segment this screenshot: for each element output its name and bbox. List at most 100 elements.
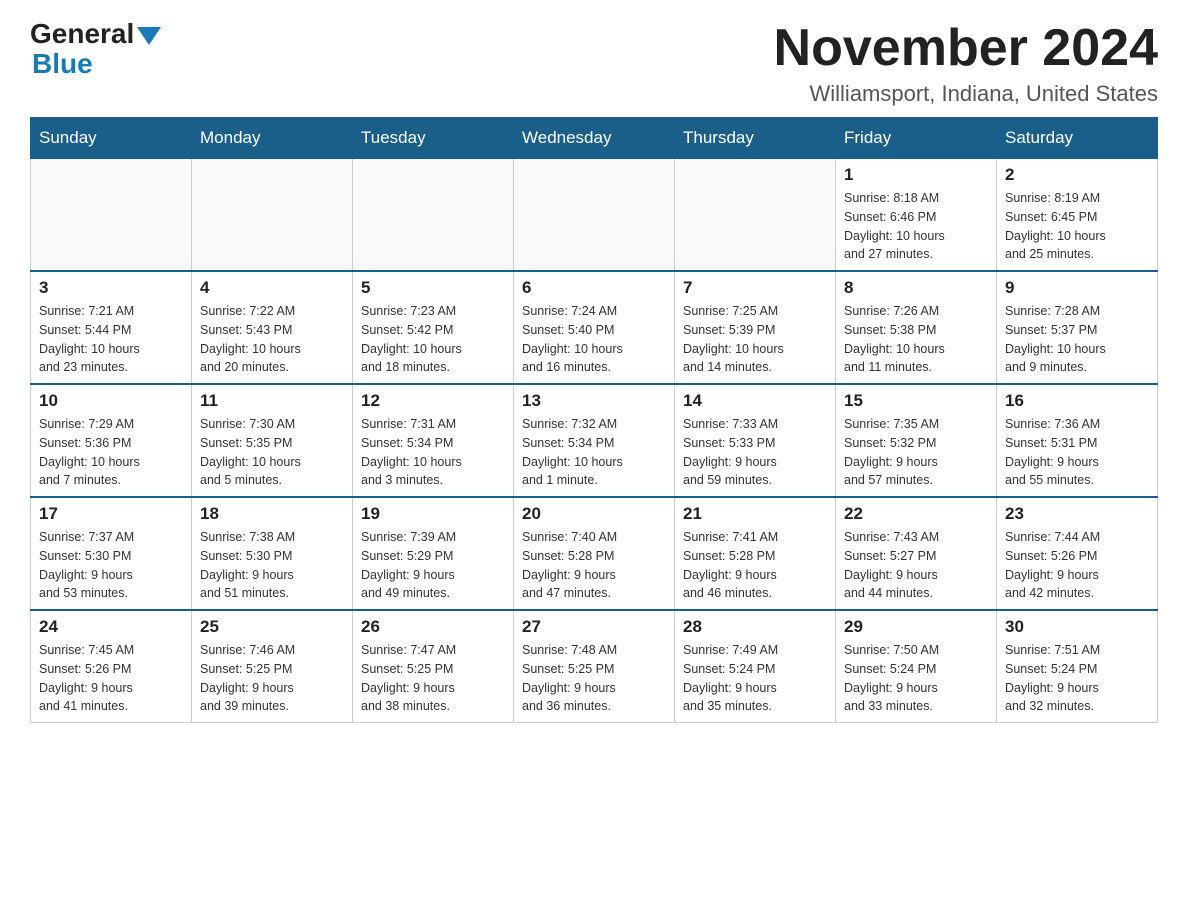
calendar-day-header: Tuesday [353, 118, 514, 159]
day-info: Sunrise: 7:23 AM Sunset: 5:42 PM Dayligh… [361, 302, 505, 377]
day-info: Sunrise: 7:32 AM Sunset: 5:34 PM Dayligh… [522, 415, 666, 490]
day-number: 19 [361, 504, 505, 524]
calendar-day-header: Friday [836, 118, 997, 159]
calendar-day-cell: 11Sunrise: 7:30 AM Sunset: 5:35 PM Dayli… [192, 384, 353, 497]
day-info: Sunrise: 7:28 AM Sunset: 5:37 PM Dayligh… [1005, 302, 1149, 377]
calendar-day-header: Monday [192, 118, 353, 159]
calendar-day-cell: 18 Sunrise: 7:38 AM Sunset: 5:30 PM Dayli… [192, 497, 353, 610]
calendar-day-cell: 30 Sunrise: 7:51 AM Sunset: 5:24 PM Dayli… [997, 610, 1158, 723]
day-info: Sunrise: 7:35 AM Sunset: 5:32 PM Dayligh… [844, 415, 988, 490]
day-info: Sunrise: 7:22 AM Sunset: 5:43 PM Dayligh… [200, 302, 344, 377]
calendar-day-cell [192, 159, 353, 272]
calendar-day-cell: 1 Sunrise: 8:18 AM Sunset: 6:46 PM Daylig… [836, 159, 997, 272]
day-info: Sunrise: 7:43 AM Sunset: 5:27 PM Dayligh… [844, 528, 988, 603]
day-number: 29 [844, 617, 988, 637]
day-number: 14 [683, 391, 827, 411]
month-title: November 2024 [774, 20, 1158, 77]
day-number: 3 [39, 278, 183, 298]
day-info: Sunrise: 8:18 AM Sunset: 6:46 PM Dayligh… [844, 189, 988, 264]
day-number: 30 [1005, 617, 1149, 637]
logo-general-text: General [30, 20, 134, 48]
calendar-day-cell: 20 Sunrise: 7:40 AM Sunset: 5:28 PM Dayli… [514, 497, 675, 610]
day-number: 28 [683, 617, 827, 637]
logo-blue-text: Blue [32, 48, 93, 80]
calendar-day-cell: 8Sunrise: 7:26 AM Sunset: 5:38 PM Daylig… [836, 271, 997, 384]
calendar-day-cell: 17 Sunrise: 7:37 AM Sunset: 5:30 PM Dayli… [31, 497, 192, 610]
day-number: 24 [39, 617, 183, 637]
day-info: Sunrise: 7:39 AM Sunset: 5:29 PM Dayligh… [361, 528, 505, 603]
title-section: November 2024 Williamsport, Indiana, Uni… [774, 20, 1158, 107]
day-info: Sunrise: 7:26 AM Sunset: 5:38 PM Dayligh… [844, 302, 988, 377]
day-info: Sunrise: 7:24 AM Sunset: 5:40 PM Dayligh… [522, 302, 666, 377]
day-info: Sunrise: 7:45 AM Sunset: 5:26 PM Dayligh… [39, 641, 183, 716]
day-number: 13 [522, 391, 666, 411]
calendar-day-cell [514, 159, 675, 272]
calendar-day-cell: 4 Sunrise: 7:22 AM Sunset: 5:43 PM Daylig… [192, 271, 353, 384]
day-info: Sunrise: 7:41 AM Sunset: 5:28 PM Dayligh… [683, 528, 827, 603]
day-info: Sunrise: 7:33 AM Sunset: 5:33 PM Dayligh… [683, 415, 827, 490]
calendar-day-cell: 25 Sunrise: 7:46 AM Sunset: 5:25 PM Dayli… [192, 610, 353, 723]
day-number: 21 [683, 504, 827, 524]
calendar-day-cell: 27 Sunrise: 7:48 AM Sunset: 5:25 PM Dayli… [514, 610, 675, 723]
day-info: Sunrise: 7:38 AM Sunset: 5:30 PM Dayligh… [200, 528, 344, 603]
calendar-day-cell: 28 Sunrise: 7:49 AM Sunset: 5:24 PM Dayli… [675, 610, 836, 723]
day-info: Sunrise: 7:47 AM Sunset: 5:25 PM Dayligh… [361, 641, 505, 716]
day-number: 4 [200, 278, 344, 298]
calendar-week-row: 24 Sunrise: 7:45 AM Sunset: 5:26 PM Dayli… [31, 610, 1158, 723]
logo: General Blue [30, 20, 161, 80]
day-number: 9 [1005, 278, 1149, 298]
calendar-week-row: 3 Sunrise: 7:21 AM Sunset: 5:44 PM Daylig… [31, 271, 1158, 384]
day-number: 10 [39, 391, 183, 411]
day-number: 6 [522, 278, 666, 298]
day-info: Sunrise: 7:30 AM Sunset: 5:35 PM Dayligh… [200, 415, 344, 490]
calendar-day-cell: 15Sunrise: 7:35 AM Sunset: 5:32 PM Dayli… [836, 384, 997, 497]
calendar-day-cell: 12 Sunrise: 7:31 AM Sunset: 5:34 PM Dayli… [353, 384, 514, 497]
logo-triangle-icon [137, 27, 161, 45]
calendar-day-cell: 19 Sunrise: 7:39 AM Sunset: 5:29 PM Dayli… [353, 497, 514, 610]
calendar-table: SundayMondayTuesdayWednesdayThursdayFrid… [30, 117, 1158, 723]
day-info: Sunrise: 7:31 AM Sunset: 5:34 PM Dayligh… [361, 415, 505, 490]
day-info: Sunrise: 8:19 AM Sunset: 6:45 PM Dayligh… [1005, 189, 1149, 264]
calendar-day-cell: 13 Sunrise: 7:32 AM Sunset: 5:34 PM Dayli… [514, 384, 675, 497]
calendar-day-cell: 6 Sunrise: 7:24 AM Sunset: 5:40 PM Daylig… [514, 271, 675, 384]
day-number: 7 [683, 278, 827, 298]
day-info: Sunrise: 7:21 AM Sunset: 5:44 PM Dayligh… [39, 302, 183, 377]
calendar-day-cell: 2Sunrise: 8:19 AM Sunset: 6:45 PM Daylig… [997, 159, 1158, 272]
day-info: Sunrise: 7:25 AM Sunset: 5:39 PM Dayligh… [683, 302, 827, 377]
calendar-day-header: Sunday [31, 118, 192, 159]
calendar-day-cell: 14 Sunrise: 7:33 AM Sunset: 5:33 PM Dayli… [675, 384, 836, 497]
day-info: Sunrise: 7:51 AM Sunset: 5:24 PM Dayligh… [1005, 641, 1149, 716]
day-info: Sunrise: 7:44 AM Sunset: 5:26 PM Dayligh… [1005, 528, 1149, 603]
calendar-day-cell [675, 159, 836, 272]
day-info: Sunrise: 7:36 AM Sunset: 5:31 PM Dayligh… [1005, 415, 1149, 490]
calendar-week-row: 17 Sunrise: 7:37 AM Sunset: 5:30 PM Dayli… [31, 497, 1158, 610]
calendar-day-cell: 3 Sunrise: 7:21 AM Sunset: 5:44 PM Daylig… [31, 271, 192, 384]
day-number: 20 [522, 504, 666, 524]
day-number: 1 [844, 165, 988, 185]
day-number: 25 [200, 617, 344, 637]
calendar-week-row: 1 Sunrise: 8:18 AM Sunset: 6:46 PM Daylig… [31, 159, 1158, 272]
day-number: 27 [522, 617, 666, 637]
day-info: Sunrise: 7:48 AM Sunset: 5:25 PM Dayligh… [522, 641, 666, 716]
calendar-day-cell: 29Sunrise: 7:50 AM Sunset: 5:24 PM Dayli… [836, 610, 997, 723]
calendar-header-row: SundayMondayTuesdayWednesdayThursdayFrid… [31, 118, 1158, 159]
calendar-day-cell: 16 Sunrise: 7:36 AM Sunset: 5:31 PM Dayli… [997, 384, 1158, 497]
page-header: General Blue November 2024 Williamsport,… [30, 20, 1158, 107]
calendar-day-cell: 10Sunrise: 7:29 AM Sunset: 5:36 PM Dayli… [31, 384, 192, 497]
day-number: 26 [361, 617, 505, 637]
day-number: 12 [361, 391, 505, 411]
calendar-day-cell: 5Sunrise: 7:23 AM Sunset: 5:42 PM Daylig… [353, 271, 514, 384]
day-info: Sunrise: 7:46 AM Sunset: 5:25 PM Dayligh… [200, 641, 344, 716]
calendar-day-header: Thursday [675, 118, 836, 159]
day-info: Sunrise: 7:37 AM Sunset: 5:30 PM Dayligh… [39, 528, 183, 603]
day-number: 22 [844, 504, 988, 524]
day-number: 16 [1005, 391, 1149, 411]
day-info: Sunrise: 7:49 AM Sunset: 5:24 PM Dayligh… [683, 641, 827, 716]
calendar-day-cell: 7 Sunrise: 7:25 AM Sunset: 5:39 PM Daylig… [675, 271, 836, 384]
day-number: 18 [200, 504, 344, 524]
calendar-week-row: 10Sunrise: 7:29 AM Sunset: 5:36 PM Dayli… [31, 384, 1158, 497]
calendar-day-header: Wednesday [514, 118, 675, 159]
day-info: Sunrise: 7:40 AM Sunset: 5:28 PM Dayligh… [522, 528, 666, 603]
calendar-day-cell: 21 Sunrise: 7:41 AM Sunset: 5:28 PM Dayli… [675, 497, 836, 610]
day-number: 17 [39, 504, 183, 524]
